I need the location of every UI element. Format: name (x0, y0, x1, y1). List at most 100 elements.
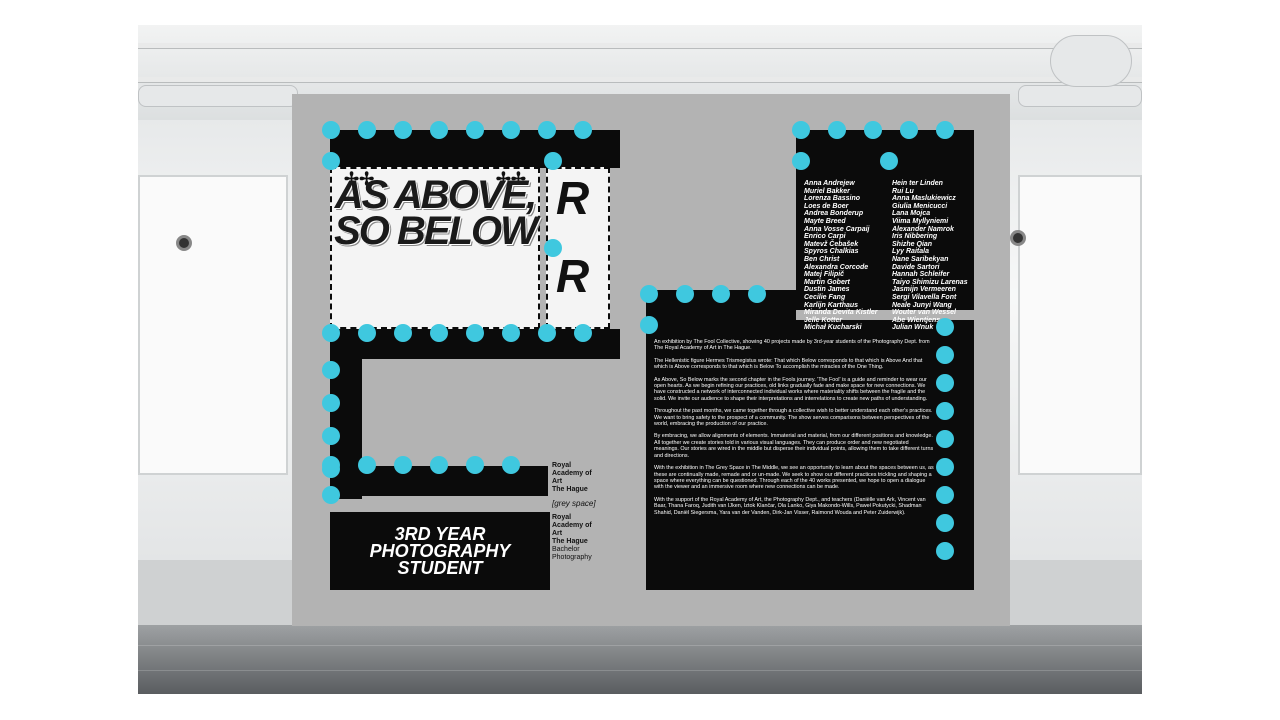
student-name: Lana Mojca (892, 210, 931, 218)
accent-dot (936, 542, 954, 560)
student-name: Enrico Carpi (804, 233, 846, 241)
spotlight (1010, 230, 1026, 246)
accent-dot (712, 285, 730, 303)
student-name: Rui Lu (892, 187, 914, 195)
accent-dot (936, 318, 954, 336)
student-name: Hein ter Linden (892, 180, 943, 187)
accent-dot (322, 324, 340, 342)
accent-dot (322, 121, 340, 139)
logo-line: The Hague (552, 538, 588, 545)
accent-dot (936, 346, 954, 364)
accent-dot (640, 285, 658, 303)
window-left (138, 175, 288, 475)
student-name: Dustin James (804, 286, 850, 294)
accent-dot (544, 239, 562, 257)
logo-line: The Hague (552, 486, 588, 493)
accent-dot (394, 324, 412, 342)
accent-dot (936, 402, 954, 420)
accent-dot (792, 121, 810, 139)
student-name: Shizhe Qian (892, 240, 933, 248)
accent-dot (936, 458, 954, 476)
accent-dot (322, 456, 340, 474)
accent-dot (936, 374, 954, 392)
student-name: Anna Andrejew (804, 180, 855, 187)
logo-line: Photography (552, 554, 592, 561)
subtitle-line-3: STUDENT (397, 558, 483, 578)
student-name: Martin Gobert (804, 278, 850, 286)
accent-dot (864, 121, 882, 139)
accent-dot (358, 324, 376, 342)
accent-dot (394, 121, 412, 139)
student-name: Alexandra Corcode (804, 263, 869, 271)
accent-dot (574, 121, 592, 139)
description-paragraph: The Hellenistic figure Hermes Trismegist… (654, 357, 923, 371)
accent-dot (322, 486, 340, 504)
accent-dot (748, 285, 766, 303)
description-paragraph: As Above, So Below marks the second chap… (654, 376, 928, 402)
academy-logo: Royal Academy of Art The Hague [grey spa… (552, 462, 602, 562)
student-name: Ben Christ (804, 255, 840, 263)
accent-dot (502, 324, 520, 342)
accent-dot (676, 285, 694, 303)
accent-dot (358, 121, 376, 139)
logo-line: Royal (552, 514, 572, 521)
accent-dot (880, 152, 898, 170)
logo-line: Academy of Art (552, 522, 592, 537)
logo-line: Academy of Art (552, 470, 592, 485)
title-card: ✢✢ ✢✢ AS ABOVE, SO BELOW (330, 167, 540, 329)
exhibition-title: AS ABOVE, SO BELOW (332, 175, 538, 251)
description-paragraph: With the support of the Royal Academy of… (654, 496, 926, 516)
student-name: Loes de Boer (804, 202, 849, 210)
student-name: Andrea Bonderup (804, 210, 864, 218)
student-name: Sergi Vilavella Font (892, 293, 957, 301)
student-name: Wouter van Wessel (892, 309, 956, 317)
accent-dot (322, 361, 340, 379)
title-text: AS ABOVE, SO BELOW (334, 173, 538, 253)
student-name: Hannah Schleifer (892, 271, 950, 279)
floor-seam (138, 670, 1142, 671)
accent-dot (322, 427, 340, 445)
logo-line: Royal (552, 462, 572, 469)
description-paragraph: With the exhibition in The Grey Space in… (654, 465, 934, 491)
student-name: Lyy Raitala (892, 248, 929, 256)
accent-dot (538, 324, 556, 342)
student-name: Alexander Namrok (892, 225, 954, 233)
accent-dot (322, 394, 340, 412)
accent-dot (640, 316, 658, 334)
student-name: Cecilie Fang (804, 293, 846, 301)
year-card: 3RD YEAR PHOTOGRAPHY STUDENT (330, 512, 550, 590)
accent-dot (502, 456, 520, 474)
figure-icon: R (556, 172, 590, 224)
student-name: Anna Maslukiewicz (892, 195, 956, 203)
description-paragraph: Throughout the past months, we came toge… (654, 408, 933, 428)
student-name: Iris Nibbering (892, 233, 938, 241)
ceiling-beam (138, 77, 1142, 83)
accent-dot (936, 121, 954, 139)
accent-dot (936, 486, 954, 504)
student-name: Mayte Breed (804, 217, 846, 225)
accent-dot (430, 324, 448, 342)
accent-dot (394, 456, 412, 474)
accent-dot (828, 121, 846, 139)
student-name: Giulia Menicucci (892, 202, 948, 210)
accent-dot (466, 456, 484, 474)
accent-dot (358, 456, 376, 474)
student-name: Viima Myllyniemi (892, 217, 949, 225)
accent-dot (792, 152, 810, 170)
names-list-right: Hein ter Linden Rui Lu Anna Maslukiewicz Gi… (892, 180, 974, 332)
student-name: Julian Wnuk (892, 324, 934, 332)
floor-seam (138, 645, 1142, 646)
spotlight (176, 235, 192, 251)
accent-dot (430, 456, 448, 474)
accent-dot (936, 430, 954, 448)
names-list-left: Anna Andrejew Muriel Bakker Lorenza Bassin… (804, 180, 886, 332)
student-name: Davide Sartori (892, 263, 940, 271)
student-name: Muriel Bakker (804, 187, 850, 195)
figure-icon: R (556, 250, 590, 302)
accent-dot (900, 121, 918, 139)
student-name: Miranda Devita Kistler (804, 309, 878, 317)
accent-dot (544, 152, 562, 170)
logo-line: Bachelor (552, 546, 580, 553)
student-name: Jelle Kotter (804, 316, 843, 324)
accent-dot (322, 152, 340, 170)
